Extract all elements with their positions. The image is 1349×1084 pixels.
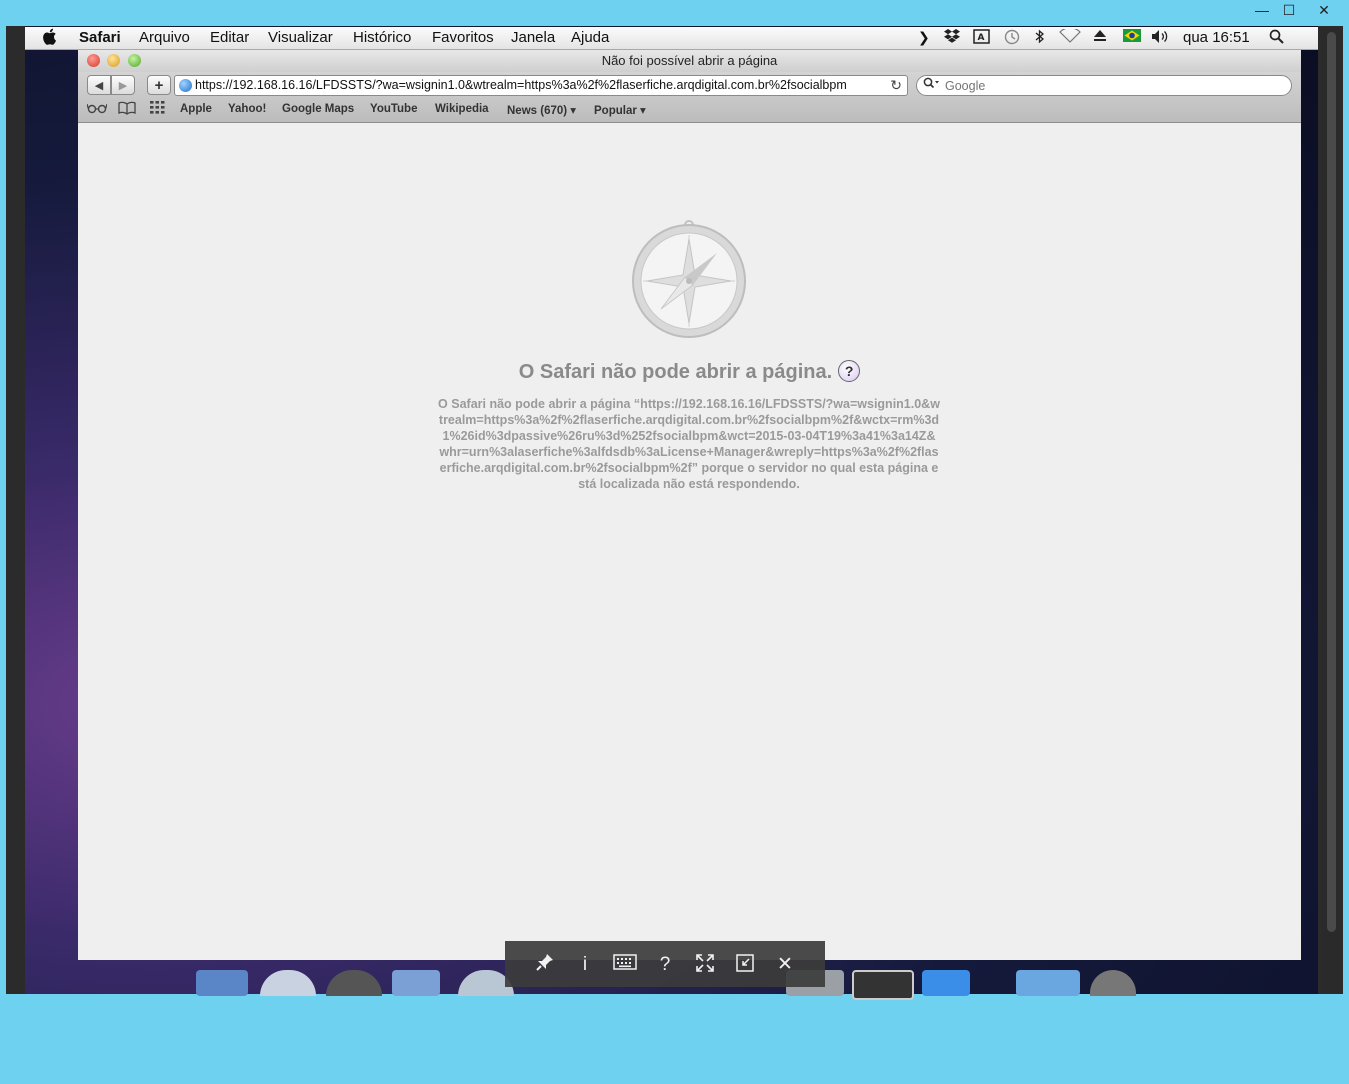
window-minimize-button[interactable]: — [1247,0,1277,22]
remote-scrollbar[interactable] [1322,28,1340,994]
back-button[interactable]: ◀ [87,75,111,95]
error-message: O Safari não pode abrir a página “https:… [438,397,940,491]
brazil-flag-icon[interactable] [1123,29,1141,45]
svg-text:A: A [978,33,985,43]
window-title: Não foi possível abrir a página [601,53,778,68]
help-icon[interactable]: ? [652,953,678,977]
dropbox-icon[interactable] [944,29,960,46]
bookmark-youtube[interactable]: YouTube [370,103,417,115]
input-method-icon[interactable]: A [973,29,990,47]
safari-titlebar: Não foi possível abrir a página [78,50,1301,72]
search-field[interactable] [916,75,1292,96]
search-input[interactable] [943,77,1277,95]
mac-menubar: Safari Arquivo Editar Visualizar Históri… [25,27,1318,50]
eject-icon[interactable] [1093,29,1107,45]
dock-launchpad-icon[interactable] [260,970,316,996]
add-bookmark-button[interactable]: + [147,75,171,95]
menu-janela[interactable]: Janela [511,29,555,46]
menu-arquivo[interactable]: Arquivo [139,29,190,46]
time-machine-icon[interactable] [1004,29,1020,48]
dock-trash-icon[interactable] [1090,970,1136,996]
menu-editar[interactable]: Editar [210,29,249,46]
bookmark-wikipedia[interactable]: Wikipedia [435,103,489,115]
safari-toolbar: ◀ ▶ + https://192.168.16.16/LFDSSTS/?wa=… [78,72,1301,123]
fullscreen-icon[interactable] [692,953,718,977]
menu-historico[interactable]: Histórico [353,29,411,46]
spotlight-search-icon[interactable] [1269,29,1284,47]
error-title: O Safari não pode abrir a página.? [78,359,1301,384]
safari-window: Não foi possível abrir a página ◀ ▶ + ht… [78,50,1301,960]
bookmark-google-maps[interactable]: Google Maps [282,103,354,115]
zoom-window-button[interactable] [128,54,141,67]
dock-mail-icon[interactable] [392,970,440,996]
info-icon[interactable]: i [572,953,598,977]
page-content: O Safari não pode abrir a página.? O Saf… [78,123,1301,960]
menu-ajuda[interactable]: Ajuda [571,29,609,46]
fit-window-icon[interactable] [732,953,758,977]
menu-safari[interactable]: Safari [79,29,121,46]
minimize-window-button[interactable] [107,54,120,67]
menu-favoritos[interactable]: Favoritos [432,29,494,46]
close-toolbar-icon[interactable]: ✕ [772,953,798,977]
reading-list-icon[interactable] [86,101,108,118]
apple-menu-icon[interactable] [43,28,59,50]
address-bar-url[interactable]: https://192.168.16.16/LFDSSTS/?wa=wsigni… [195,76,881,95]
bookmarks-bar: Apple Yahoo! Google Maps YouTube Wikiped… [78,100,1301,120]
reload-icon[interactable]: ↻ [890,76,902,95]
pin-icon[interactable] [532,953,558,977]
bookmark-apple[interactable]: Apple [180,103,212,115]
bookmark-yahoo[interactable]: Yahoo! [228,103,266,115]
bookmark-popular-folder[interactable]: Popular ▾ [594,103,646,117]
dock-itunes-icon[interactable] [326,970,382,996]
window-close-button[interactable]: ✕ [1309,0,1339,22]
window-maximize-button[interactable]: ☐ [1274,0,1304,22]
dock-terminal-icon[interactable] [852,970,914,1000]
chevron-right-icon[interactable]: ❯ [918,29,930,46]
menubar-clock[interactable]: qua 16:51 [1183,29,1250,46]
remote-scrollbar-thumb[interactable] [1327,32,1336,932]
bookmarks-book-icon[interactable] [118,101,136,118]
help-button[interactable]: ? [838,359,861,382]
bookmark-news-folder[interactable]: News (670) ▾ [507,103,576,117]
dock-folder-icon[interactable] [1016,970,1080,996]
volume-icon[interactable] [1151,29,1171,47]
remote-toolbar: i ? ✕ [505,941,825,987]
close-window-button[interactable] [87,54,100,67]
forward-button[interactable]: ▶ [111,75,135,95]
bluetooth-icon[interactable] [1035,29,1045,47]
safari-compass-icon [631,219,747,344]
wifi-icon[interactable] [1059,27,1081,46]
address-bar[interactable]: https://192.168.16.16/LFDSSTS/?wa=wsigni… [174,75,908,96]
dock-app-store-icon[interactable] [922,970,970,996]
remote-window-titlebar: — ☐ ✕ [0,0,1349,26]
search-icon[interactable] [923,76,939,95]
globe-icon [179,79,192,92]
top-sites-grid-icon[interactable] [150,101,165,117]
menu-visualizar[interactable]: Visualizar [268,29,333,46]
keyboard-icon[interactable] [612,953,638,977]
dock-finder-icon[interactable] [196,970,248,996]
error-title-text: O Safari não pode abrir a página. [518,361,833,383]
